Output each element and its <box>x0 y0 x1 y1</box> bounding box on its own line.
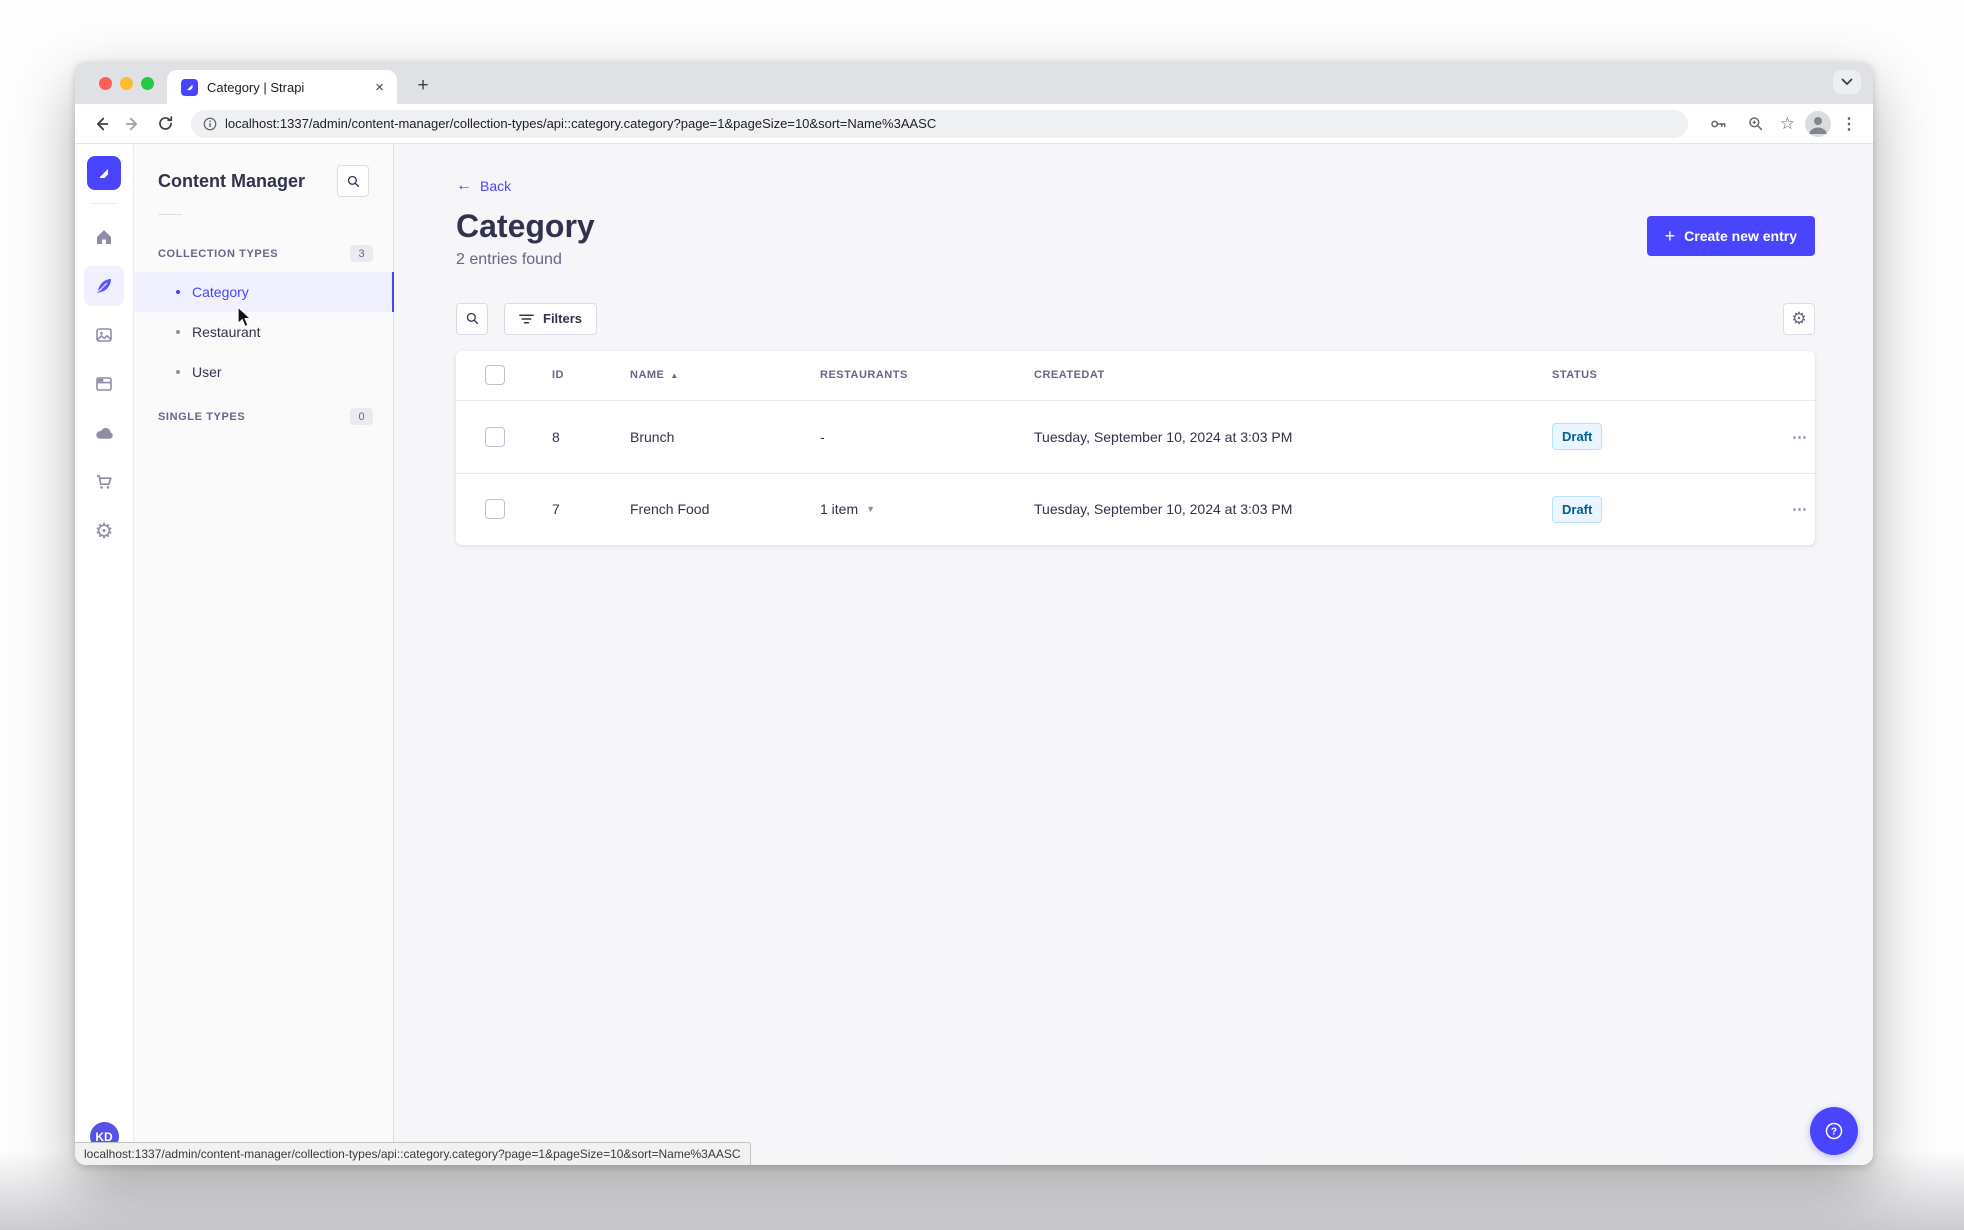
subnav-search-button[interactable] <box>337 165 369 197</box>
marketplace-cart-icon[interactable] <box>84 462 124 502</box>
select-all-checkbox[interactable] <box>485 365 505 386</box>
reload-icon[interactable] <box>151 110 179 138</box>
browser-toolbar: localhost:1337/admin/content-manager/col… <box>75 104 1873 144</box>
forward-icon[interactable] <box>119 110 147 138</box>
table-header-row: ID NAME ▲ RESTAURANTS CREATEDAT STATUS <box>456 351 1815 401</box>
collection-types-label: COLLECTION TYPES <box>158 247 279 260</box>
main-content: ← Back Category 2 entries found + Create… <box>394 144 1873 1165</box>
content-type-builder-icon[interactable] <box>84 364 124 404</box>
new-tab-button[interactable]: + <box>411 74 435 98</box>
sidebar-item-restaurant[interactable]: Restaurant <box>134 312 393 352</box>
settings-gear-icon[interactable]: ⚙ <box>84 511 124 551</box>
url-text: localhost:1337/admin/content-manager/col… <box>225 116 937 131</box>
cell-name: Brunch <box>630 428 675 445</box>
browser-tab-active[interactable]: Category | Strapi × <box>167 70 397 104</box>
zoom-window-button[interactable] <box>141 77 154 90</box>
create-new-entry-button[interactable]: + Create new entry <box>1646 216 1815 256</box>
create-button-label: Create new entry <box>1684 228 1797 244</box>
single-types-count-badge: 0 <box>350 408 373 425</box>
password-manager-icon[interactable] <box>1704 110 1732 138</box>
media-library-icon[interactable] <box>84 315 124 355</box>
subnav-divider <box>158 214 182 215</box>
status-bar-url: localhost:1337/admin/content-manager/col… <box>75 1142 751 1165</box>
status-badge: Draft <box>1552 423 1603 451</box>
filter-lines-icon <box>519 313 534 325</box>
help-button[interactable]: ? <box>1810 1107 1858 1155</box>
collection-types-count-badge: 3 <box>350 245 373 262</box>
filters-button[interactable]: Filters <box>504 302 598 335</box>
page-title: Category <box>456 208 595 244</box>
close-tab-icon[interactable]: × <box>372 79 387 96</box>
strapi-favicon <box>181 78 198 96</box>
site-info-icon[interactable] <box>203 117 217 131</box>
content-manager-feather-icon[interactable] <box>84 266 124 306</box>
back-arrow-icon: ← <box>456 177 472 194</box>
rail-divider <box>91 203 117 204</box>
row-actions-menu-icon[interactable]: ⋯ <box>1792 428 1811 446</box>
back-link[interactable]: ← Back <box>456 177 1815 195</box>
window-controls <box>99 77 154 90</box>
zoom-search-icon[interactable] <box>1742 110 1770 138</box>
sidebar-item-user[interactable]: User <box>134 352 393 392</box>
svg-text:?: ? <box>1831 1127 1837 1138</box>
back-icon[interactable] <box>87 110 115 138</box>
plus-icon: + <box>1664 226 1676 246</box>
home-icon[interactable] <box>84 217 124 257</box>
bookmark-star-icon[interactable]: ☆ <box>1780 114 1795 134</box>
single-types-label: SINGLE TYPES <box>158 410 246 423</box>
table-row[interactable]: 7 French Food 1 item ▼ Tuesday, Septembe… <box>456 472 1815 545</box>
toolbar-right-icons: ☆ ⋮ <box>1700 110 1861 138</box>
cell-createdat: Tuesday, September 10, 2024 at 3:03 PM <box>1034 428 1293 445</box>
strapi-logo[interactable] <box>87 156 121 190</box>
entries-table: ID NAME ▲ RESTAURANTS CREATEDAT STATUS 8… <box>456 350 1815 545</box>
sort-asc-icon: ▲ <box>670 370 679 380</box>
sidebar-item-category[interactable]: Category <box>134 272 394 312</box>
minimize-window-button[interactable] <box>120 77 133 90</box>
browser-menu-icon[interactable]: ⋮ <box>1841 114 1857 134</box>
back-label: Back <box>480 178 512 194</box>
collection-types-section-header: COLLECTION TYPES 3 <box>134 235 393 272</box>
close-window-button[interactable] <box>99 77 112 90</box>
tab-title: Category | Strapi <box>207 79 305 95</box>
bullet-icon <box>176 370 180 374</box>
bullet-icon <box>176 290 180 294</box>
browser-profile-avatar[interactable] <box>1805 110 1831 137</box>
sidebar-item-label: User <box>192 364 222 380</box>
bullet-icon <box>176 330 180 334</box>
table-row[interactable]: 8 Brunch - Tuesday, September 10, 2024 a… <box>456 401 1815 473</box>
column-header-createdat[interactable]: CREATEDAT <box>1034 369 1552 381</box>
cell-restaurants-expandable[interactable]: 1 item ▼ <box>820 501 1034 517</box>
column-header-id[interactable]: ID <box>552 369 630 381</box>
entries-count: 2 entries found <box>456 250 562 268</box>
content-manager-subnav: Content Manager COLLECTION TYPES 3 Categ… <box>134 144 394 1165</box>
subnav-title: Content Manager <box>158 170 306 191</box>
row-actions-menu-icon[interactable]: ⋯ <box>1792 500 1811 518</box>
row-checkbox[interactable] <box>485 426 505 447</box>
cell-name: French Food <box>630 501 710 518</box>
column-header-name[interactable]: NAME ▲ <box>630 369 820 381</box>
chevron-down-icon: ▼ <box>866 504 876 515</box>
view-settings-gear-icon[interactable]: ⚙ <box>1783 302 1815 335</box>
row-checkbox[interactable] <box>485 499 505 520</box>
column-header-restaurants[interactable]: RESTAURANTS <box>820 369 1034 381</box>
address-bar[interactable]: localhost:1337/admin/content-manager/col… <box>191 109 1688 138</box>
mouse-cursor <box>237 306 252 328</box>
sidebar-item-label: Category <box>192 284 249 300</box>
tab-search-chevron-icon[interactable] <box>1833 70 1861 94</box>
cloud-icon[interactable] <box>84 413 124 453</box>
browser-window: Category | Strapi × + localhost:1337/adm… <box>75 62 1873 1165</box>
browser-tab-strip: Category | Strapi × + <box>75 62 1873 104</box>
single-types-section-header: SINGLE TYPES 0 <box>134 398 393 435</box>
main-nav-rail: ⚙ KD <box>75 144 134 1165</box>
strapi-app: ⚙ KD Content Manager COLLECTION TYPES 3 … <box>75 144 1873 1165</box>
column-header-status[interactable]: STATUS <box>1552 369 1792 381</box>
status-badge: Draft <box>1552 495 1603 523</box>
cell-id: 8 <box>552 428 560 445</box>
search-entries-button[interactable] <box>456 302 488 335</box>
cell-id: 7 <box>552 501 560 518</box>
cell-restaurants: - <box>820 428 825 445</box>
cell-createdat: Tuesday, September 10, 2024 at 3:03 PM <box>1034 501 1293 518</box>
filters-label: Filters <box>543 311 583 327</box>
